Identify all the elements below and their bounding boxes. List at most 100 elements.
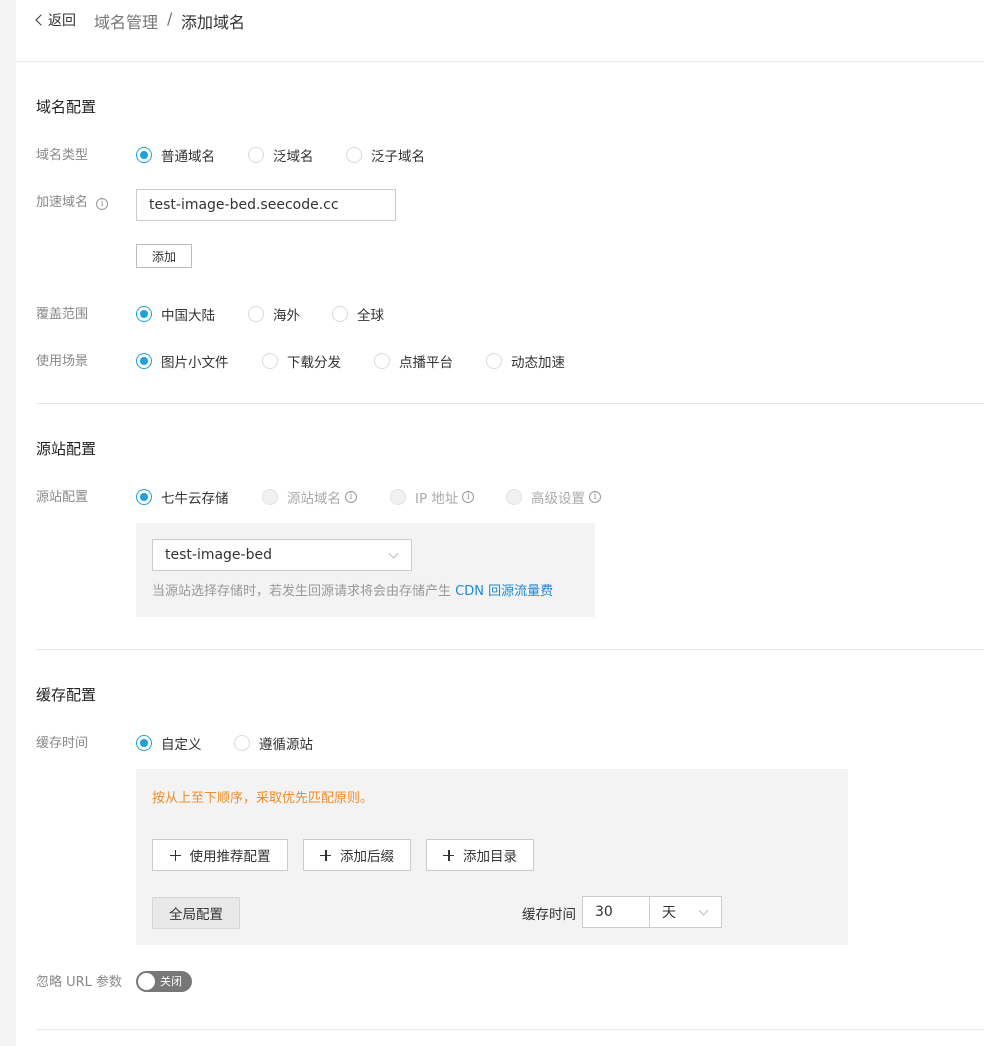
radio-circle (136, 735, 152, 751)
domain-type-label: 域名类型 (36, 148, 89, 163)
section-title-cache-config: 缓存配置 (36, 686, 97, 704)
info-icon[interactable]: i (345, 491, 357, 503)
radio-follow-origin[interactable]: 遵循源站 (234, 733, 313, 753)
cache-duration-unit-select[interactable]: 天 (649, 896, 722, 928)
radio-overseas[interactable]: 海外 (248, 304, 300, 324)
radio-circle (332, 306, 348, 322)
accel-domain-input[interactable]: test-image-bed.seecode.cc (136, 189, 396, 221)
breadcrumb-separator: / (167, 9, 173, 28)
radio-advanced-settings[interactable]: 高级设置 i (506, 487, 601, 507)
origin-label: 源站配置 (36, 490, 89, 505)
section-title-origin-config: 源站配置 (36, 440, 97, 458)
accel-domain-label-text: 加速域名 (36, 195, 89, 210)
origin-hint-text: 当源站选择存储时，若发生回源请求将会由存储产生 (152, 584, 456, 599)
radio-origin-domain[interactable]: 源站域名 i (262, 487, 357, 507)
breadcrumb-domain-management[interactable]: 域名管理 (94, 9, 158, 33)
button-label: 使用推荐配置 (189, 849, 271, 865)
radio-label: 自定义 (161, 737, 202, 753)
unit-select-value: 天 (662, 905, 676, 921)
section-divider (36, 649, 984, 650)
radio-label: 图片小文件 (161, 355, 229, 371)
radio-label: 下载分发 (287, 355, 341, 371)
use-recommended-config-button[interactable]: 使用推荐配置 (152, 839, 288, 871)
coverage-label: 覆盖范围 (36, 307, 89, 322)
radio-vod-platform[interactable]: 点播平台 (374, 351, 453, 371)
chevron-down-icon (388, 548, 399, 559)
chevron-down-icon (698, 905, 709, 916)
top-bar: 返回 域名管理 / 添加域名 (16, 0, 984, 62)
radio-label: 高级设置 (531, 491, 585, 507)
cdn-traffic-fee-link[interactable]: CDN 回源流量费 (455, 584, 553, 599)
left-gutter (0, 0, 16, 1046)
radio-wildcard-domain[interactable]: 泛域名 (248, 145, 314, 165)
radio-label: 点播平台 (399, 355, 453, 371)
section-title-domain-config: 域名配置 (36, 98, 97, 116)
radio-label: 遵循源站 (259, 737, 313, 753)
radio-custom[interactable]: 自定义 (136, 733, 202, 753)
radio-dynamic-acceleration[interactable]: 动态加速 (486, 351, 565, 371)
radio-label: 动态加速 (511, 355, 565, 371)
chevron-left-icon (35, 14, 47, 26)
button-label: 添加后缀 (340, 849, 394, 865)
radio-label: 中国大陆 (161, 308, 215, 324)
radio-circle (136, 489, 152, 505)
section-divider (36, 1029, 984, 1030)
add-domain-button[interactable]: 添加 (136, 244, 192, 268)
accel-domain-label: 加速域名 i (36, 191, 109, 210)
cache-duration-label: 缓存时间 (522, 907, 576, 923)
add-domain-page: 返回 域名管理 / 添加域名 域名配置 域名类型 普通域名 泛域名 泛子域名 加… (0, 0, 984, 1046)
plus-icon (169, 849, 181, 861)
page-title: 添加域名 (181, 13, 246, 32)
priority-warning: 按从上至下顺序，采取优先匹配原则。 (152, 791, 374, 806)
radio-qiniu-storage[interactable]: 七牛云存储 (136, 487, 229, 507)
info-icon[interactable]: i (96, 198, 109, 210)
cache-duration-input[interactable]: 30 (582, 896, 650, 928)
radio-circle (346, 147, 362, 163)
radio-mainland-china[interactable]: 中国大陆 (136, 304, 215, 324)
radio-label: IP 地址 (415, 491, 459, 507)
radio-circle (262, 489, 278, 505)
radio-label: 普通域名 (161, 149, 215, 165)
radio-circle (248, 147, 264, 163)
info-icon[interactable]: i (589, 491, 601, 503)
radio-circle (486, 353, 502, 369)
bucket-select-value: test-image-bed (165, 547, 272, 563)
toggle-knob (138, 973, 155, 990)
plus-icon (320, 849, 331, 861)
radio-circle (234, 735, 250, 751)
radio-small-images[interactable]: 图片小文件 (136, 351, 229, 371)
radio-normal-domain[interactable]: 普通域名 (136, 145, 215, 165)
radio-ip-address[interactable]: IP 地址 i (390, 487, 475, 507)
radio-label: 泛子域名 (371, 149, 425, 165)
radio-circle (248, 306, 264, 322)
global-config-button[interactable]: 全局配置 (152, 897, 240, 929)
radio-circle (136, 147, 152, 163)
section-divider (36, 403, 984, 404)
back-label: 返回 (48, 13, 76, 29)
radio-global[interactable]: 全球 (332, 304, 384, 324)
radio-label: 海外 (273, 308, 300, 324)
radio-circle (374, 353, 390, 369)
radio-circle (506, 489, 522, 505)
radio-label: 泛域名 (273, 149, 314, 165)
scenario-label: 使用场景 (36, 354, 89, 369)
back-link[interactable]: 返回 (35, 10, 76, 30)
add-directory-button[interactable]: 添加目录 (426, 839, 534, 871)
radio-circle (136, 306, 152, 322)
radio-circle (390, 489, 406, 505)
radio-circle (262, 353, 278, 369)
ignore-url-params-label: 忽略 URL 参数 (36, 975, 123, 990)
button-label: 添加目录 (463, 849, 517, 865)
add-suffix-button[interactable]: 添加后缀 (303, 839, 411, 871)
bucket-select[interactable]: test-image-bed (152, 539, 412, 571)
cache-time-label: 缓存时间 (36, 736, 89, 751)
radio-label: 全球 (357, 308, 384, 324)
radio-download-distribution[interactable]: 下载分发 (262, 351, 341, 371)
ignore-url-params-toggle[interactable]: 关闭 (136, 971, 192, 992)
radio-label: 七牛云存储 (161, 491, 229, 507)
radio-wildcard-subdomain[interactable]: 泛子域名 (346, 145, 425, 165)
info-icon[interactable]: i (462, 491, 475, 503)
plus-icon (443, 849, 454, 861)
origin-hint: 当源站选择存储时，若发生回源请求将会由存储产生 CDN 回源流量费 (152, 580, 553, 599)
toggle-label: 关闭 (160, 975, 182, 988)
